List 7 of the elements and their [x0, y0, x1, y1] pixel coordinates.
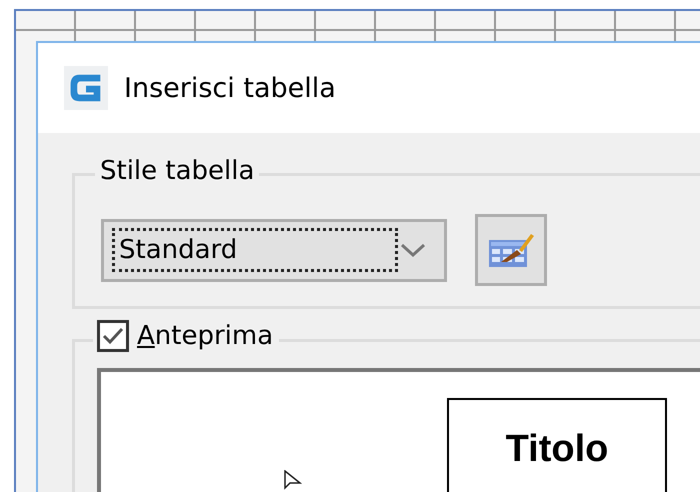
window-title: Inserisci tabella: [124, 72, 336, 104]
preview-checkbox[interactable]: [97, 320, 129, 352]
chevron-down-icon: [400, 243, 426, 257]
app-logo-icon: [64, 66, 108, 110]
preview-table-title: Titolo: [506, 428, 608, 472]
table-style-dropdown[interactable]: Standard: [101, 218, 447, 282]
dropdown-value: Standard: [112, 228, 398, 272]
